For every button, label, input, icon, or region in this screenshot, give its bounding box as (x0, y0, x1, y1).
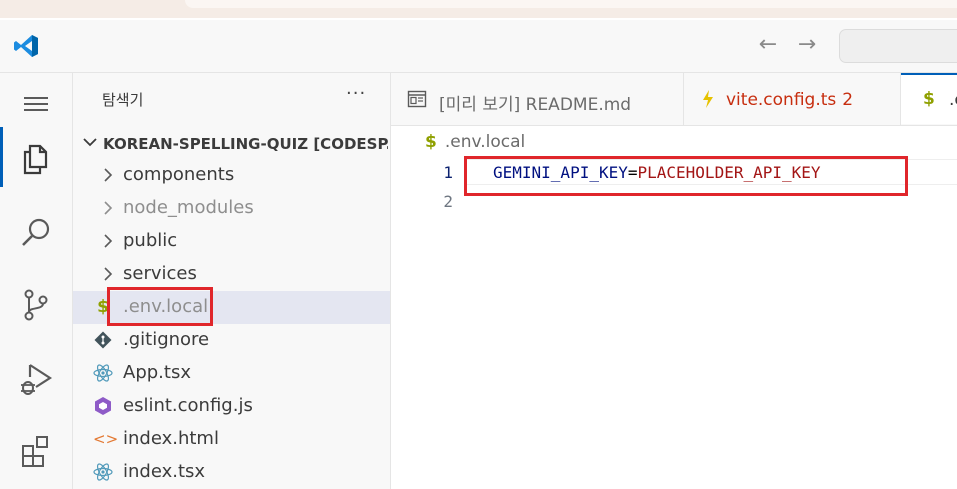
tab-label: [미리 보기] README.md (439, 95, 632, 115)
env-value: PLACEHOLDER_API_KEY (637, 163, 821, 182)
source-control-icon (24, 289, 48, 321)
tree-item-label: index.tsx (123, 461, 206, 482)
env-key: GEMINI_API_KEY (493, 163, 628, 182)
extensions-button[interactable] (0, 419, 72, 479)
command-center[interactable] (839, 29, 957, 63)
dollar-icon: $ (923, 89, 935, 109)
preview-icon (407, 90, 427, 108)
react-icon (93, 463, 113, 481)
vite-icon (703, 90, 713, 108)
problem-count-badge: 2 (842, 90, 854, 110)
dollar-icon: $ (425, 132, 437, 152)
breadcrumb[interactable]: $ .env.local (425, 132, 525, 152)
chevron-right-icon (104, 234, 113, 248)
extensions-icon (22, 436, 48, 467)
tree-item-label: .gitignore (123, 329, 210, 350)
tree-item-label: components (123, 164, 235, 185)
chevron-right-icon (104, 168, 113, 182)
tree-item-node-modules[interactable]: node_modules (73, 192, 390, 225)
vscode-logo-icon (14, 35, 38, 57)
tree-item-env-local[interactable]: $ .env.local (73, 291, 390, 324)
files-icon (23, 144, 48, 175)
run-debug-icon (21, 364, 53, 395)
tree-item-label: App.tsx (123, 362, 191, 383)
tree-item-gitignore[interactable]: .gitignore (73, 324, 390, 357)
line-number: 1 (443, 163, 453, 182)
tree-item-services[interactable]: services (73, 258, 390, 291)
menu-button[interactable] (0, 73, 72, 133)
chevron-right-icon (104, 201, 113, 215)
search-button[interactable] (0, 201, 72, 261)
editor-area: [미리 보기] README.md vite.config.ts2 $ .e $… (391, 73, 957, 489)
tree-item-label: .env.local (123, 296, 209, 317)
title-bar: ← → (0, 20, 957, 73)
dollar-icon: $ (97, 297, 109, 317)
code-line-2[interactable] (464, 188, 957, 214)
git-icon (94, 331, 112, 349)
hamburger-icon (24, 97, 48, 111)
browser-chrome-strip (0, 0, 957, 18)
explorer-button[interactable] (0, 127, 72, 187)
editor-tabs: [미리 보기] README.md vite.config.ts2 $ .e (391, 73, 957, 126)
chevron-down-icon (83, 138, 97, 147)
react-icon (93, 364, 113, 382)
tab-label: vite.config.ts (726, 90, 837, 110)
browser-tab (185, 0, 957, 8)
tree-item-app-tsx[interactable]: App.tsx (73, 357, 390, 390)
workspace-root-label: KOREAN-SPELLING-QUIZ [CODESP... (103, 135, 388, 153)
tree-item-index-html[interactable]: <> index.html (73, 423, 390, 456)
search-icon (22, 218, 50, 246)
run-debug-button[interactable] (0, 347, 72, 407)
tab-vite-config[interactable]: vite.config.ts 2 (684, 73, 901, 125)
tab-label: .e (949, 90, 957, 110)
tree-item-label: index.html (123, 428, 219, 449)
arrow-right-icon[interactable]: → (794, 32, 820, 58)
explorer-sidebar: 탐색기 ··· KOREAN-SPELLING-QUIZ [CODESP... … (73, 73, 391, 489)
code-line-1[interactable]: GEMINI_API_KEY=PLACEHOLDER_API_KEY (464, 159, 957, 185)
tree-item-index-tsx[interactable]: index.tsx (73, 456, 390, 489)
tab-label-wrap: vite.config.ts 2 (726, 90, 853, 110)
chevron-right-icon (104, 267, 113, 281)
tree-item-label: services (123, 263, 197, 284)
env-equals: = (627, 163, 638, 182)
source-control-button[interactable] (0, 273, 72, 333)
tree-item-label: public (123, 230, 178, 251)
html-icon: <> (93, 430, 119, 448)
tab-env-local[interactable]: $ .e (901, 73, 957, 124)
line-number: 2 (443, 192, 453, 211)
tab-readme-preview[interactable]: [미리 보기] README.md (391, 73, 684, 125)
sidebar-title: 탐색기 (102, 91, 144, 109)
eslint-icon (95, 397, 111, 415)
arrow-left-icon[interactable]: ← (755, 32, 781, 58)
tree-item-eslint-config[interactable]: eslint.config.js (73, 390, 390, 423)
tree-item-public[interactable]: public (73, 225, 390, 258)
breadcrumb-file: .env.local (444, 132, 526, 152)
activity-bar (0, 73, 73, 489)
more-actions-icon[interactable]: ··· (346, 83, 366, 104)
tree-item-components[interactable]: components (73, 159, 390, 192)
tree-item-label: eslint.config.js (123, 395, 253, 416)
tree-item-label: node_modules (123, 197, 254, 218)
workspace-root[interactable]: KOREAN-SPELLING-QUIZ [CODESP... (73, 129, 390, 159)
